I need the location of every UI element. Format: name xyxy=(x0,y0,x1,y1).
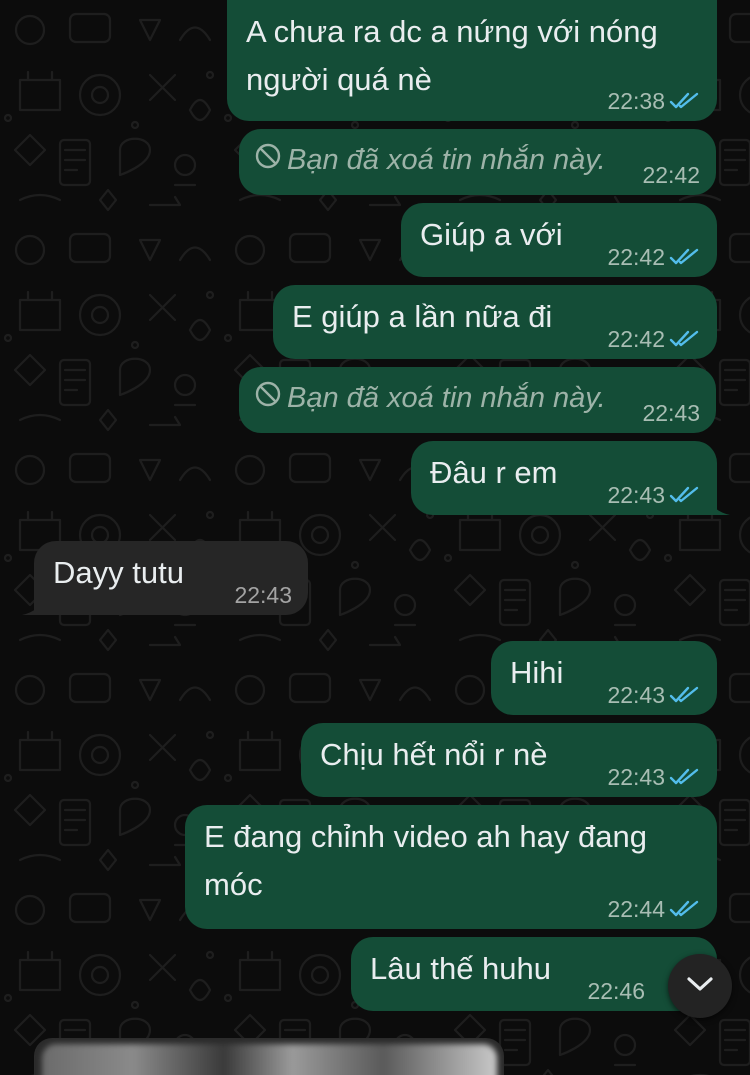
prohibited-icon xyxy=(255,374,281,422)
message-time: 22:43 xyxy=(607,682,665,708)
double-check-icon xyxy=(669,767,701,787)
message-time: 22:42 xyxy=(642,162,700,188)
message-text: Lâu thế huhu xyxy=(370,951,552,986)
message-meta: 22:46 xyxy=(587,978,645,1004)
message-meta: 22:43 xyxy=(607,482,701,508)
deleted-notice: Bạn đã xoá tin nhắn này. xyxy=(255,136,606,184)
message-text: Giúp a với xyxy=(420,217,563,252)
deleted-message[interactable]: Bạn đã xoá tin nhắn này. 22:42 xyxy=(239,129,716,195)
message-time: 22:42 xyxy=(607,244,665,270)
message-meta: 22:43 xyxy=(607,764,701,790)
deleted-text: Bạn đã xoá tin nhắn này. xyxy=(287,382,606,414)
message-meta: 22:42 xyxy=(607,244,701,270)
outgoing-message[interactable]: Chịu hết nổi r nè 22:43 xyxy=(301,723,717,797)
incoming-message[interactable]: Dayy tutu 22:43 xyxy=(34,541,308,615)
message-time: 22:44 xyxy=(607,896,665,922)
message-time: 22:43 xyxy=(607,482,665,508)
double-check-icon xyxy=(669,685,701,705)
deleted-text: Bạn đã xoá tin nhắn này. xyxy=(287,144,606,176)
outgoing-message[interactable]: Hihi 22:43 xyxy=(491,641,717,715)
message-time: 22:38 xyxy=(607,88,665,114)
message-time: 22:42 xyxy=(607,326,665,352)
message-meta: 22:38 xyxy=(607,88,701,114)
message-text: Hihi xyxy=(510,655,564,690)
prohibited-icon xyxy=(255,136,281,184)
double-check-icon xyxy=(669,485,701,505)
message-text: E giúp a lần nữa đi xyxy=(292,299,553,334)
message-meta: 22:42 xyxy=(642,162,700,188)
message-meta: 22:42 xyxy=(607,326,701,352)
message-text: E đang chỉnh video ah hay đang móc xyxy=(204,819,647,902)
message-time: 22:43 xyxy=(234,582,292,608)
media-thumbnail xyxy=(42,1044,497,1075)
message-meta: 22:43 xyxy=(234,582,292,608)
message-text: Đâu r em xyxy=(430,455,558,490)
outgoing-message[interactable]: E giúp a lần nữa đi 22:42 xyxy=(273,285,717,359)
outgoing-message[interactable]: Giúp a với 22:42 xyxy=(401,203,717,277)
message-time: 22:43 xyxy=(642,400,700,426)
media-message-preview[interactable] xyxy=(34,1038,504,1075)
outgoing-message[interactable]: A chưa ra dc a nứng với nóng người quá n… xyxy=(227,0,717,121)
bubble-tail xyxy=(22,595,46,615)
message-text: Chịu hết nổi r nè xyxy=(320,737,548,772)
double-check-icon xyxy=(669,899,701,919)
outgoing-message[interactable]: Đâu r em 22:43 xyxy=(411,441,717,515)
scroll-to-bottom-button[interactable] xyxy=(668,954,732,1018)
double-check-icon xyxy=(669,329,701,349)
double-check-icon xyxy=(669,247,701,267)
message-meta: 22:43 xyxy=(642,400,700,426)
chat-screen: A chưa ra dc a nứng với nóng người quá n… xyxy=(0,0,750,1075)
outgoing-message[interactable]: Lâu thế huhu 22:46 xyxy=(351,937,717,1011)
message-time: 22:46 xyxy=(587,978,645,1004)
outgoing-message[interactable]: E đang chỉnh video ah hay đang móc 22:44 xyxy=(185,805,717,929)
message-time: 22:43 xyxy=(607,764,665,790)
chevron-down-icon xyxy=(685,974,715,999)
deleted-notice: Bạn đã xoá tin nhắn này. xyxy=(255,374,606,422)
bubble-tail xyxy=(706,495,730,515)
double-check-icon xyxy=(669,91,701,111)
deleted-message[interactable]: Bạn đã xoá tin nhắn này. 22:43 xyxy=(239,367,716,433)
message-meta: 22:43 xyxy=(607,682,701,708)
message-text: Dayy tutu xyxy=(53,555,184,590)
message-meta: 22:44 xyxy=(607,896,701,922)
